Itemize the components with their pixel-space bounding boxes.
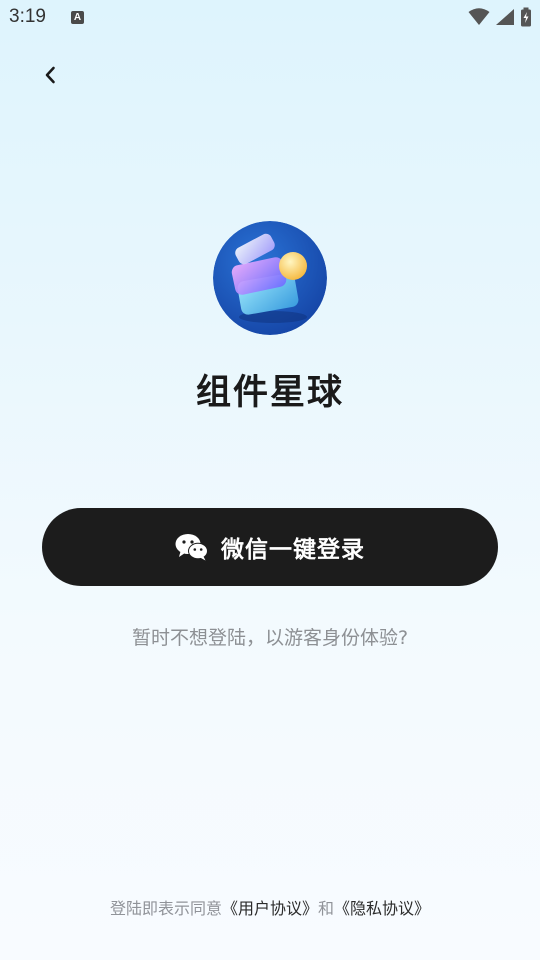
battery-charging-icon (521, 7, 531, 27)
back-button[interactable] (34, 58, 66, 92)
agreement-conjunction: 和 (318, 899, 335, 918)
signal-icon (496, 9, 514, 25)
privacy-policy-link[interactable]: 《隐私协议》 (334, 899, 430, 918)
status-bar: 3:19 A (0, 0, 540, 36)
wifi-icon (468, 8, 490, 25)
agreement-prefix: 登陆即表示同意 (109, 899, 222, 918)
guest-login-link[interactable]: 暂时不想登陆，以游客身份体验? (0, 623, 540, 650)
wechat-login-button[interactable]: 微信一键登录 (42, 508, 498, 586)
agreement-text: 登陆即表示同意《用户协议》和《隐私协议》 (0, 895, 540, 919)
app-logo (213, 221, 327, 335)
user-agreement-link[interactable]: 《用户协议》 (222, 899, 318, 918)
app-name: 组件星球 (195, 373, 344, 413)
status-time: 3:19 (9, 6, 46, 27)
app-logo-icon (213, 221, 327, 335)
notification-a-icon: A (71, 11, 84, 24)
wechat-icon (175, 534, 208, 561)
status-icons (468, 6, 532, 28)
chevron-left-icon (45, 66, 55, 84)
wechat-login-label: 微信一键登录 (221, 537, 365, 563)
